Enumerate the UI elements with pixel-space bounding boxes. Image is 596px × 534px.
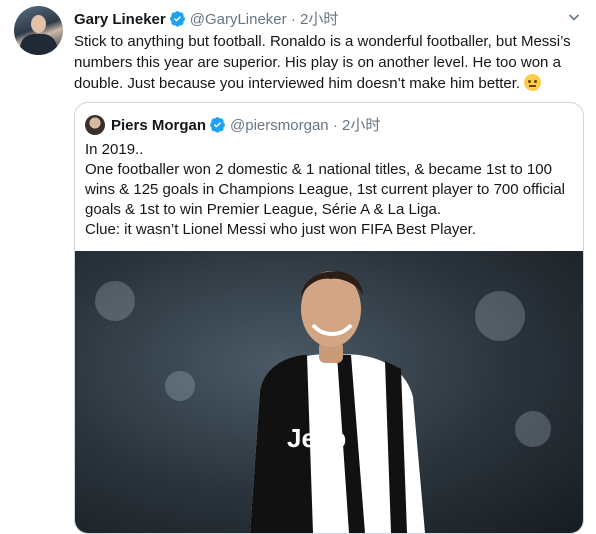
avatar-body — [20, 34, 57, 55]
avatar-head — [31, 15, 46, 33]
author-avatar[interactable] — [14, 6, 63, 55]
jersey-sponsor-text: Jeep — [287, 423, 346, 453]
quoted-tweet[interactable]: Piers Morgan @piersmorgan · 2小时 In 2019..… — [74, 102, 584, 534]
author-name[interactable]: Gary Lineker — [74, 11, 166, 28]
tweet-text: Stick to anything but football. Ronaldo … — [74, 31, 574, 94]
quoted-avatar — [85, 115, 105, 135]
quoted-header: Piers Morgan @piersmorgan · 2小时 — [85, 114, 380, 137]
author-handle[interactable]: @GaryLineker — [190, 11, 287, 28]
quoted-line: One footballer won 2 domestic & 1 nation… — [85, 161, 566, 218]
tweet-time[interactable]: 2小时 — [300, 11, 338, 28]
quoted-line: In 2019.. — [85, 141, 144, 158]
tweet-header: Gary Lineker @GaryLineker · 2小时 — [74, 8, 576, 28]
quoted-line: Clue: it wasn’t Lionel Messi who just wo… — [85, 221, 477, 238]
quoted-photo[interactable]: Jeep — [75, 251, 583, 533]
quoted-handle: @piersmorgan — [230, 117, 329, 134]
quoted-time: 2小时 — [341, 117, 381, 134]
chevron-down-icon[interactable] — [568, 10, 580, 28]
separator-dot: · — [332, 117, 338, 134]
separator-dot: · — [290, 11, 296, 28]
quoted-author-name: Piers Morgan — [111, 117, 207, 134]
player-illustration: Jeep — [250, 271, 425, 533]
verified-badge-icon — [169, 10, 186, 31]
verified-badge-icon — [209, 116, 226, 137]
tweet-body: Stick to anything but football. Ronaldo … — [74, 33, 571, 92]
quoted-text: In 2019.. One footballer won 2 domestic … — [85, 140, 575, 240]
rolling-eyes-emoji-icon — [524, 74, 542, 91]
